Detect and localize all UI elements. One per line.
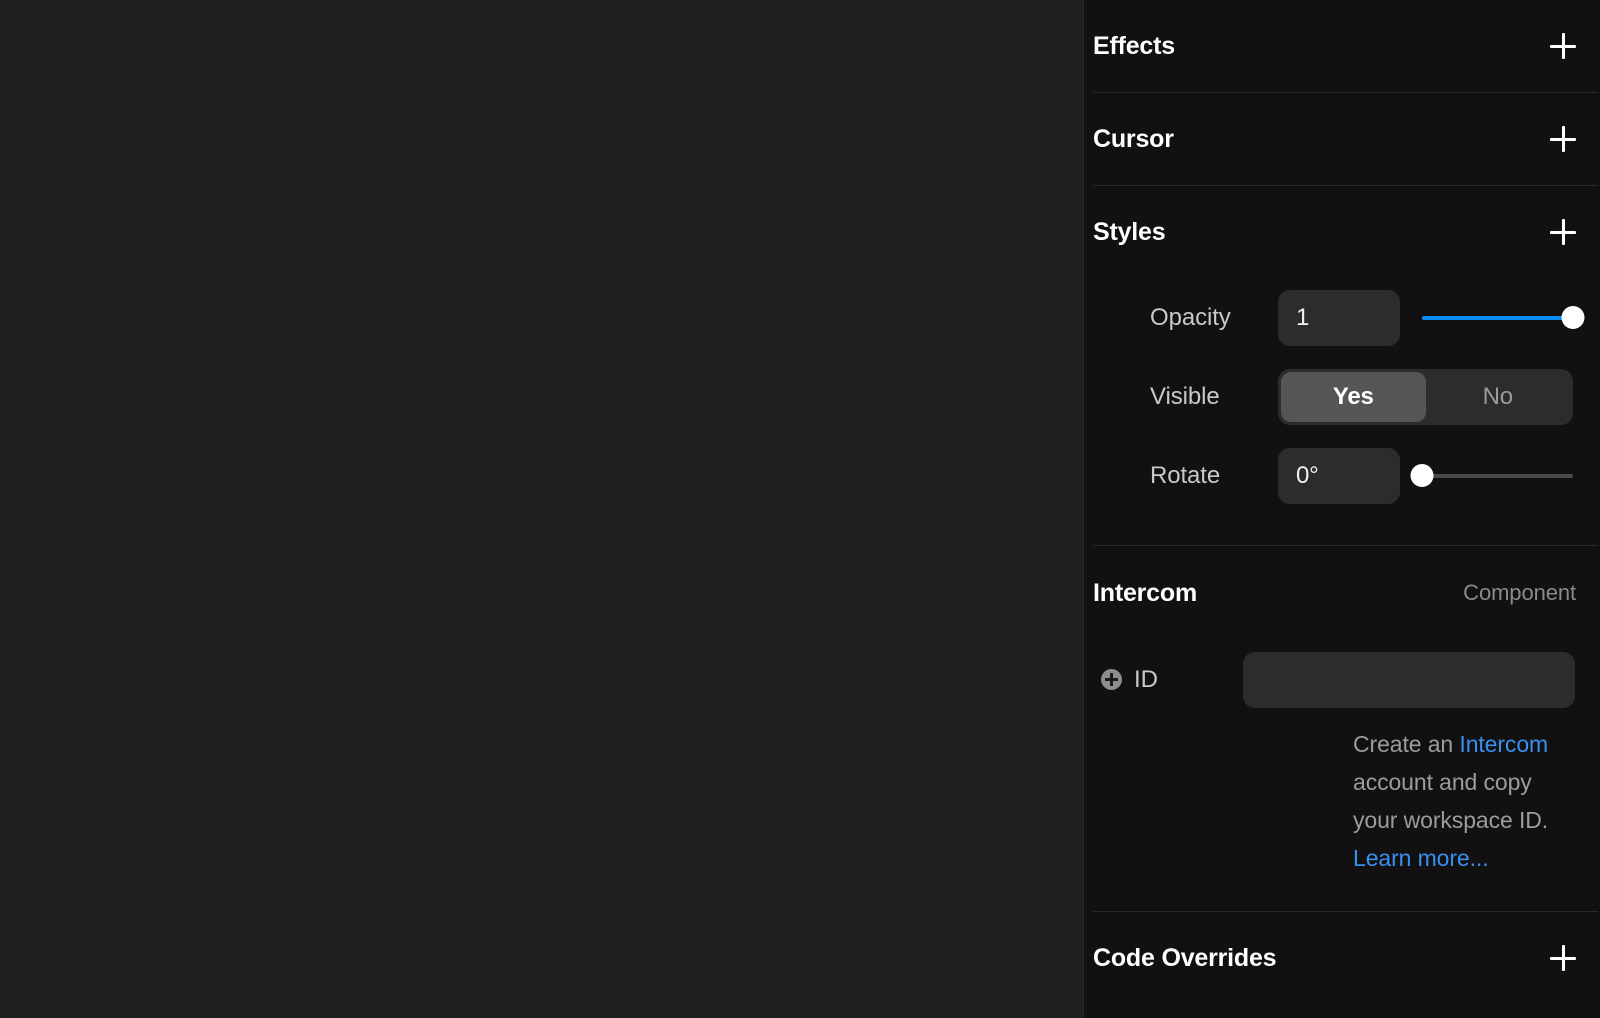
- opacity-slider[interactable]: [1422, 303, 1573, 333]
- help-text-part2: account and copy your workspace ID.: [1353, 769, 1548, 833]
- rotate-control: [1278, 448, 1600, 504]
- section-code-overrides[interactable]: Code Overrides: [1092, 912, 1600, 1004]
- rotate-slider-track: [1422, 474, 1573, 478]
- add-code-override-plus-icon[interactable]: [1550, 945, 1576, 971]
- visible-segmented-control[interactable]: Yes No: [1278, 369, 1573, 425]
- section-intercom[interactable]: Intercom Component: [1092, 546, 1600, 640]
- intercom-help-text: Create an Intercom account and copy your…: [1353, 725, 1575, 877]
- visible-control: Yes No: [1278, 369, 1600, 425]
- property-row-opacity: Opacity: [1092, 278, 1600, 357]
- intercom-id-control: [1243, 652, 1600, 708]
- section-title-intercom: Intercom: [1093, 579, 1197, 608]
- add-effect-plus-icon[interactable]: [1550, 33, 1576, 59]
- intercom-type-label: Component: [1463, 580, 1576, 606]
- add-style-plus-icon[interactable]: [1550, 219, 1576, 245]
- property-row-visible: Visible Yes No: [1092, 357, 1600, 436]
- property-row-intercom-id: ID: [1092, 640, 1600, 719]
- rotate-input[interactable]: [1278, 448, 1400, 504]
- section-styles[interactable]: Styles: [1092, 186, 1600, 278]
- rotate-label: Rotate: [1093, 462, 1278, 490]
- opacity-label: Opacity: [1093, 304, 1278, 332]
- section-effects[interactable]: Effects: [1092, 0, 1600, 92]
- app-root: Effects Cursor Styles Opacity: [0, 0, 1600, 1018]
- opacity-slider-knob[interactable]: [1562, 306, 1585, 329]
- opacity-input[interactable]: [1278, 290, 1400, 346]
- intercom-id-label: ID: [1134, 666, 1158, 694]
- section-title-effects: Effects: [1093, 32, 1175, 61]
- property-row-rotate: Rotate: [1092, 436, 1600, 515]
- section-title-cursor: Cursor: [1093, 125, 1174, 154]
- opacity-control: [1278, 290, 1600, 346]
- help-text-part1: Create an: [1353, 731, 1459, 757]
- properties-panel: Effects Cursor Styles Opacity: [1083, 0, 1600, 1018]
- learn-more-link[interactable]: Learn more...: [1353, 845, 1489, 871]
- add-cursor-plus-icon[interactable]: [1550, 126, 1576, 152]
- section-cursor[interactable]: Cursor: [1092, 93, 1600, 185]
- add-variable-icon[interactable]: [1101, 669, 1122, 690]
- visible-option-yes[interactable]: Yes: [1281, 372, 1426, 422]
- rotate-slider[interactable]: [1422, 461, 1573, 491]
- intercom-help-block: Create an Intercom account and copy your…: [1092, 719, 1600, 911]
- intercom-id-input[interactable]: [1243, 652, 1575, 708]
- intercom-id-label-group: ID: [1093, 666, 1243, 694]
- design-canvas[interactable]: [0, 0, 1083, 1018]
- opacity-slider-fill: [1422, 316, 1573, 320]
- section-title-code-overrides: Code Overrides: [1093, 944, 1276, 973]
- intercom-link[interactable]: Intercom: [1459, 731, 1548, 757]
- section-title-styles: Styles: [1093, 218, 1165, 247]
- visible-option-no[interactable]: No: [1426, 372, 1571, 422]
- visible-label: Visible: [1093, 383, 1278, 411]
- rotate-slider-knob[interactable]: [1411, 464, 1434, 487]
